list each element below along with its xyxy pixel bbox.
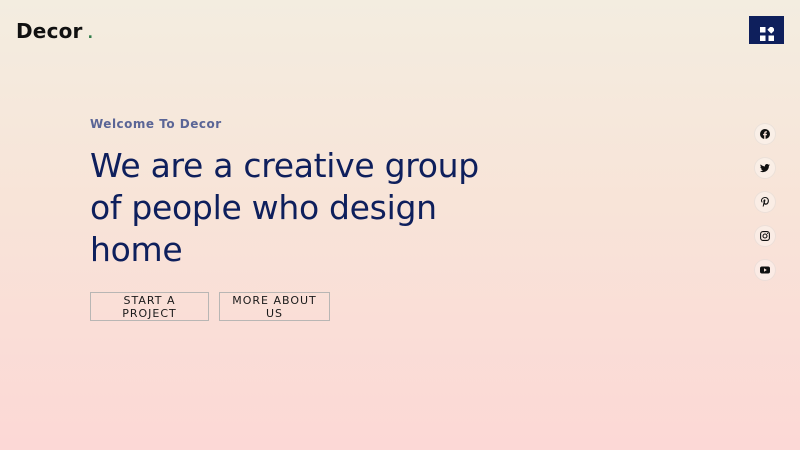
more-about-us-button[interactable]: MORE ABOUT US bbox=[219, 292, 330, 321]
youtube-link[interactable] bbox=[754, 259, 776, 281]
youtube-icon bbox=[760, 266, 770, 274]
menu-button[interactable] bbox=[749, 16, 784, 44]
twitter-icon bbox=[760, 163, 770, 172]
logo-dot: . bbox=[87, 26, 94, 42]
hero-headline: We are a creative group of people who de… bbox=[90, 146, 479, 269]
facebook-link[interactable] bbox=[754, 123, 776, 145]
start-project-button[interactable]: START A PROJECT bbox=[90, 292, 209, 321]
grid-menu-icon bbox=[759, 26, 774, 41]
twitter-link[interactable] bbox=[754, 157, 776, 179]
site-logo[interactable]: Decor. bbox=[16, 18, 93, 47]
logo-text: Decor bbox=[16, 19, 83, 43]
hero-eyebrow: Welcome To Decor bbox=[90, 117, 222, 131]
instagram-icon bbox=[760, 231, 770, 241]
pinterest-icon bbox=[761, 197, 769, 207]
instagram-link[interactable] bbox=[754, 225, 776, 247]
pinterest-link[interactable] bbox=[754, 191, 776, 213]
social-links bbox=[754, 123, 776, 293]
facebook-icon bbox=[760, 129, 770, 139]
